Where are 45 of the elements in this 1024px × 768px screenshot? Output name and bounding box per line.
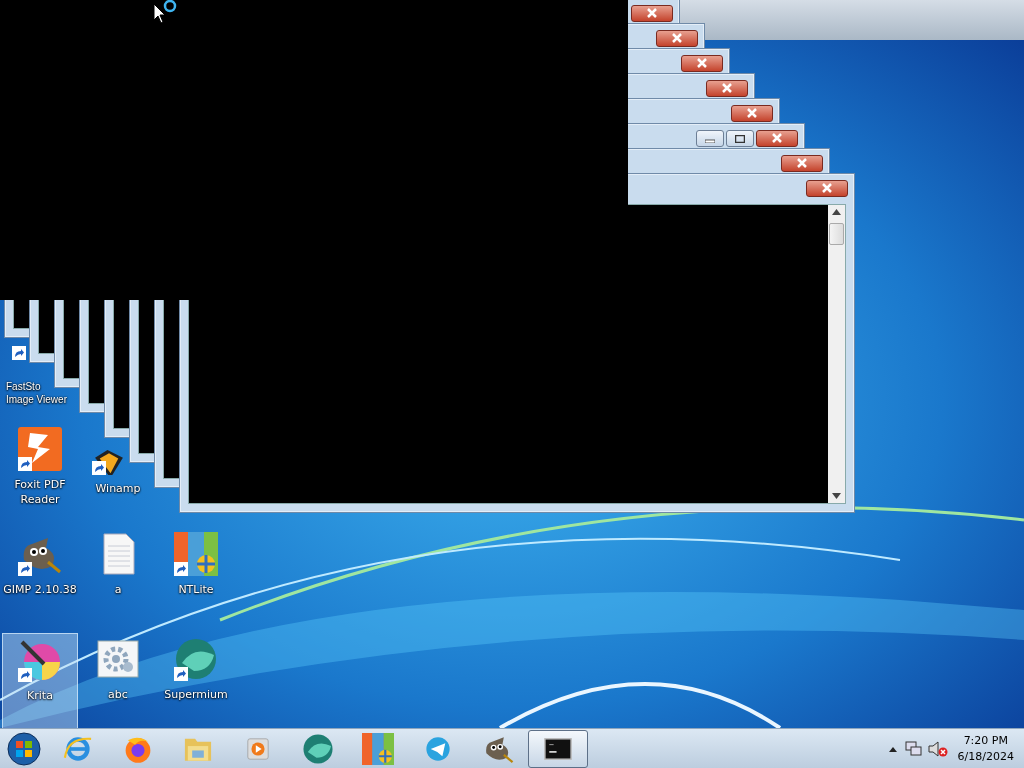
minimize-icon [705,137,715,143]
icon-label[interactable]: NTLite [159,582,233,597]
minimize-button[interactable] [696,130,724,147]
supermium-icon [302,732,334,765]
close-button[interactable] [781,155,823,172]
close-icon [646,8,658,18]
icon-label[interactable]: Foxit PDF Reader [3,477,77,507]
ntlite-icon [174,532,218,576]
clock-date[interactable]: 6/18/2024 [957,748,1014,765]
close-button[interactable] [656,30,698,47]
close-button[interactable] [706,80,748,97]
close-button[interactable] [631,5,673,22]
scroll-up-icon[interactable] [832,209,841,215]
close-icon [696,58,708,68]
icon-label[interactable]: Winamp [81,481,155,496]
icon-label[interactable]: Krita [3,688,77,703]
icon-label[interactable]: Supermium [159,687,233,702]
ntlite-icon [362,732,394,765]
scrollbar-thumb[interactable] [829,223,844,245]
close-icon [771,133,783,143]
speaker-icon[interactable] [927,740,948,757]
close-icon [671,33,683,43]
close-button[interactable] [681,55,723,72]
icon-label[interactable]: abc [81,687,155,702]
scroll-down-icon[interactable] [832,493,841,499]
selection-highlight[interactable]: Krita [2,633,78,729]
clock-time[interactable]: 7:20 PM [963,732,1008,749]
close-icon [796,158,808,168]
close-icon [746,108,758,118]
network-icon[interactable] [903,740,922,757]
busy-cursor-icon [153,0,179,26]
icon-label[interactable]: GIMP 2.10.38 [3,582,77,597]
close-button[interactable] [731,105,773,122]
gear-icon [96,637,140,681]
icon-label[interactable]: FastSto Image Viewer [6,380,68,406]
pdf-reader-icon [18,427,62,471]
taskbar-button[interactable] [528,729,588,768]
close-icon [821,183,833,193]
icon-label[interactable]: a [81,582,155,597]
close-icon [721,83,733,93]
close-button[interactable] [806,180,848,197]
scrollbar[interactable] [828,205,845,503]
maximize-icon [735,135,745,143]
close-button[interactable] [756,130,798,147]
maximize-button[interactable] [726,130,754,147]
